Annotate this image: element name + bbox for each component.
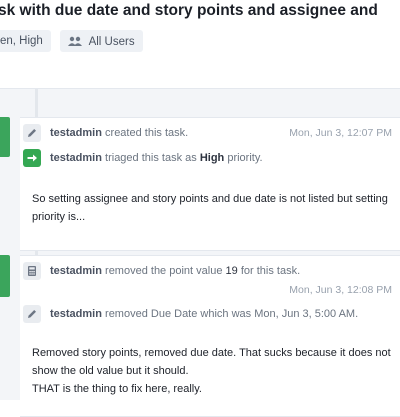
event-description-end: priority. <box>227 152 263 164</box>
task-title: sk with due date and story points and as… <box>0 2 378 19</box>
event-timestamp[interactable]: Mon, Jun 3, 12:08 PM <box>289 284 392 296</box>
event-description-end: for this task. <box>240 265 301 277</box>
timeline-group: testadmin removed the point value 19 for… <box>20 255 400 417</box>
timeline-event-duedate: testadmin removed Due Date which was Mon… <box>20 303 400 327</box>
timeline-marker <box>0 117 10 157</box>
comment-line: priority is... <box>32 211 86 223</box>
timeline-group: testadmin created this task. Mon, Jun 3,… <box>20 117 400 251</box>
event-description: created this task. <box>105 127 189 139</box>
timeline-event-created: testadmin created this task. Mon, Jun 3,… <box>20 122 400 146</box>
comment-line: THAT is the thing to fix here, really. <box>32 383 202 395</box>
status-priority-tag[interactable]: en, High <box>0 30 51 52</box>
event-author-link[interactable]: testadmin <box>50 127 102 139</box>
status-priority-label: en, High <box>0 35 43 47</box>
comment-line: So setting assignee and story points and… <box>32 193 388 205</box>
event-author-link[interactable]: testadmin <box>50 308 102 320</box>
comment-text: Removed story points, removed due date. … <box>32 344 392 398</box>
comment-line: show the old value but it should. <box>32 365 189 377</box>
pencil-icon <box>23 124 41 142</box>
pencil-icon <box>23 305 41 323</box>
event-author-link[interactable]: testadmin <box>50 152 102 164</box>
comment-text: So setting assignee and story points and… <box>32 190 392 226</box>
users-icon <box>68 30 82 52</box>
event-description: removed Due Date which was Mon, Jun 3, 5… <box>105 308 359 320</box>
priority-value: High <box>199 152 225 164</box>
calculator-icon <box>23 262 41 280</box>
timeline-event-triaged: testadmin triaged this task as High prio… <box>20 147 400 171</box>
arrow-right-icon <box>23 149 41 167</box>
visibility-label: All Users <box>88 36 135 48</box>
timeline-event-timestamp-row: Mon, Jun 3, 12:08 PM <box>20 280 400 304</box>
task-header: sk with due date and story points and as… <box>0 0 400 90</box>
timeline-marker <box>0 255 10 297</box>
event-timestamp[interactable]: Mon, Jun 3, 12:07 PM <box>289 127 392 139</box>
comment-line: Removed story points, removed due date. … <box>32 347 391 359</box>
event-description: triaged this task as <box>105 152 197 164</box>
point-value: 19 <box>225 265 238 277</box>
event-author-link[interactable]: testadmin <box>50 265 102 277</box>
event-description: removed the point value <box>105 265 223 277</box>
task-timeline: testadmin created this task. Mon, Jun 3,… <box>0 89 400 417</box>
visibility-tag[interactable]: All Users <box>60 30 143 52</box>
